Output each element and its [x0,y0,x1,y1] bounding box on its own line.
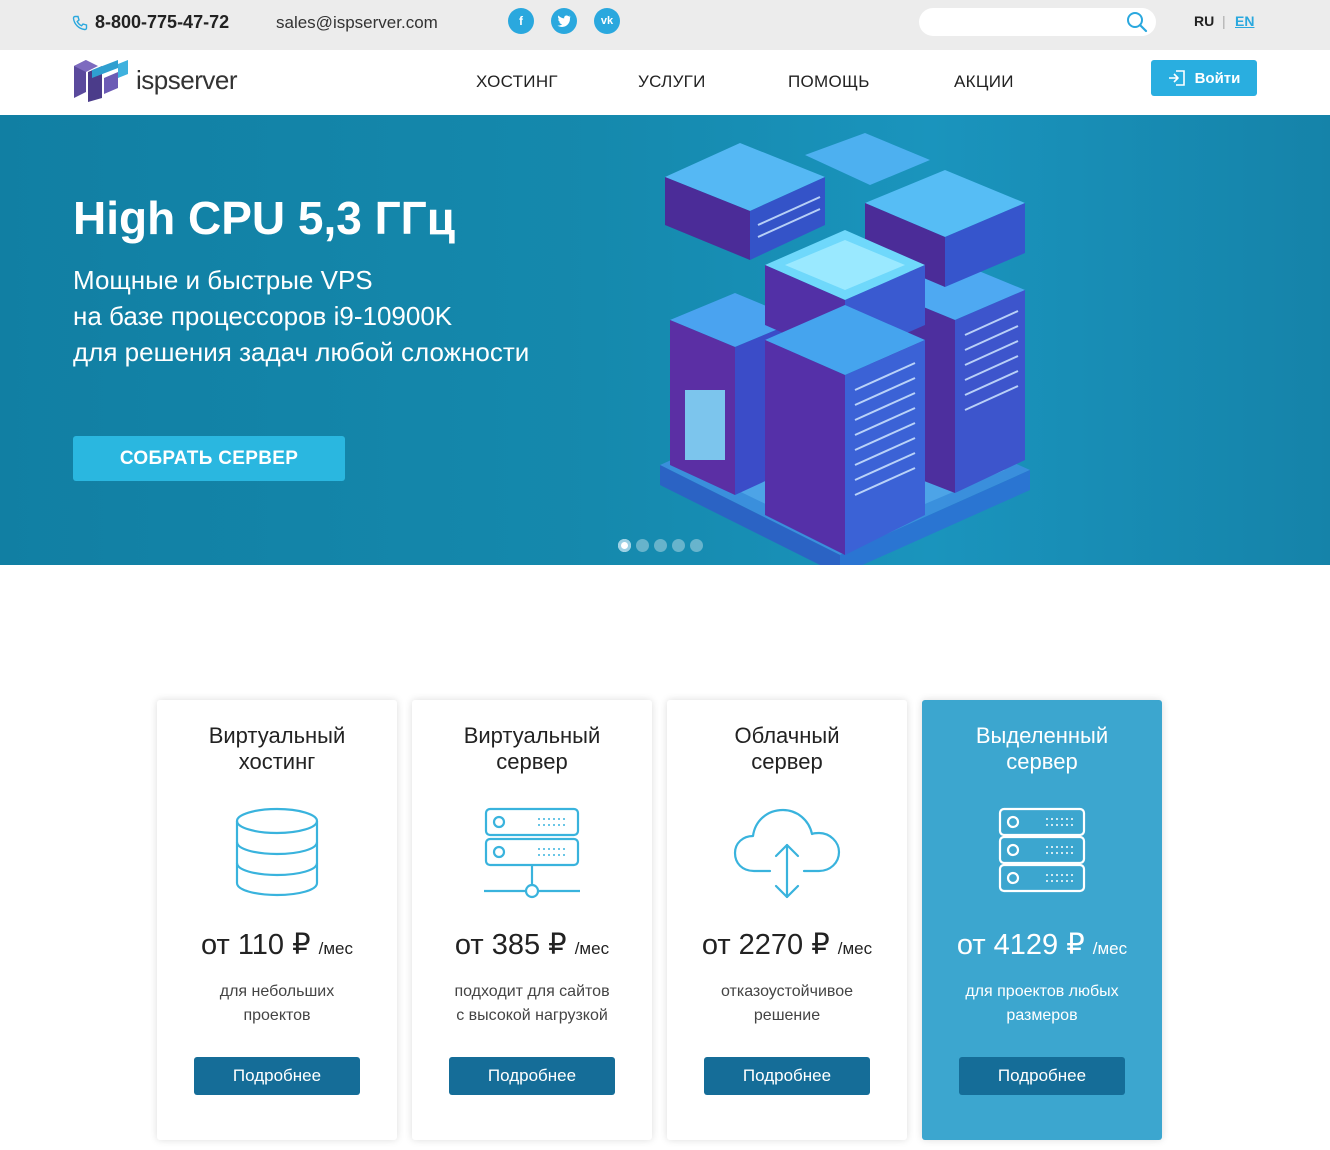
logo-mark-icon [74,60,128,102]
email-link[interactable]: sales@ispserver.com [276,13,438,33]
card-cloud-server: Облачный сервер от 2270 ₽ /мес отказоуст… [667,700,907,1140]
price-unit: /мес [1092,939,1128,958]
top-bar: 8-800-775-47-72 sales@ispserver.com f vk… [0,0,1330,50]
card-desc-line-2: проектов [243,1007,311,1024]
nav-item-help[interactable]: ПОМОЩЬ [788,72,870,92]
card-price: от 385 ₽ /мес [412,927,652,962]
server-rack-icon [922,805,1162,905]
more-button[interactable]: Подробнее [704,1057,870,1095]
phone-icon [72,15,88,30]
card-price: от 110 ₽ /мес [157,927,397,962]
database-icon [157,805,397,905]
slider-dot-5[interactable] [690,539,703,552]
search-box[interactable] [919,8,1156,36]
hero-subtitle-line-1: Мощные и быстрые VPS [73,265,373,295]
lang-ru-link[interactable]: RU [1194,13,1214,29]
card-description: подходит для сайтов с высокой нагрузкой [412,980,652,1028]
card-title-line-2: сервер [751,749,823,774]
facebook-glyph: f [519,14,523,28]
price-value: от 4129 ₽ [956,929,1085,961]
card-title: Облачный сервер [667,723,907,775]
card-title-line-2: сервер [496,749,568,774]
login-label: Войти [1194,69,1241,87]
price-unit: /мес [837,939,873,958]
lang-separator: | [1222,13,1226,29]
card-title-line-2: хостинг [238,749,316,774]
site-logo[interactable]: ispserver [72,58,237,102]
card-title: Выделенный сервер [922,723,1162,775]
price-unit: /мес [574,939,610,958]
main-navbar: ispserver ХОСТИНГ УСЛУГИ ПОМОЩЬ АКЦИИ Во… [0,50,1330,115]
build-server-button[interactable]: СОБРАТЬ СЕРВЕР [73,436,345,481]
card-description: для проектов любых размеров [922,980,1162,1028]
card-desc-line-1: для проектов любых [965,983,1119,1000]
twitter-bird-shape [557,15,571,27]
card-price: от 2270 ₽ /мес [667,927,907,962]
price-value: от 2270 ₽ [701,929,830,961]
lang-en-link[interactable]: EN [1235,13,1254,29]
hero-subtitle-line-3: для решения задач любой сложности [73,337,530,367]
card-desc-line-1: подходит для сайтов [454,983,610,1000]
twitter-icon[interactable] [551,8,577,34]
card-price: от 4129 ₽ /мес [922,927,1162,962]
hero-banner: High CPU 5,3 ГГц Мощные и быстрые VPS на… [0,115,1330,565]
more-button[interactable]: Подробнее [449,1057,615,1095]
login-button[interactable]: Войти [1151,60,1257,96]
slider-dot-3[interactable] [654,539,667,552]
search-icon[interactable] [1126,11,1148,33]
card-title-line-1: Выделенный [975,723,1109,748]
slider-dot-1[interactable] [618,539,631,552]
hero-title: High CPU 5,3 ГГц [73,192,456,244]
server-network-icon [412,805,652,905]
card-dedicated-server: Выделенный сервер от 4129 ₽ /мес для про… [922,700,1162,1140]
card-virtual-server: Виртуальный сервер от 385 ₽ /мес подходи… [412,700,652,1140]
card-desc-line-1: для небольших [219,983,335,1000]
card-title-line-2: сервер [1006,749,1078,774]
price-value: от 110 ₽ [200,929,311,961]
cloud-upload-icon [667,805,907,905]
hero-subtitle-line-2: на базе процессоров i9-10900K [73,301,453,331]
card-title: Виртуальный сервер [412,723,652,775]
card-desc-line-2: размеров [1006,1007,1078,1024]
card-title: Виртуальный хостинг [157,723,397,775]
card-title-line-1: Облачный [734,723,840,748]
nav-item-services[interactable]: УСЛУГИ [638,72,706,92]
phone-number[interactable]: 8-800-775-47-72 [95,12,229,33]
search-input[interactable] [919,8,1137,36]
card-description: отказоустойчивое решение [667,980,907,1028]
card-virtual-hosting: Виртуальный хостинг от 110 ₽ /мес для не… [157,700,397,1140]
card-desc-line-2: с высокой нагрузкой [456,1007,608,1024]
card-description: для небольших проектов [157,980,397,1028]
more-button[interactable]: Подробнее [194,1057,360,1095]
slider-dots [618,539,703,552]
more-button[interactable]: Подробнее [959,1057,1125,1095]
card-title-line-1: Виртуальный [463,723,601,748]
nav-item-hosting[interactable]: ХОСТИНГ [476,72,558,92]
facebook-icon[interactable]: f [508,8,534,34]
server-cluster-illustration [660,133,1030,565]
vk-icon[interactable]: vk [594,8,620,34]
price-unit: /мес [318,939,353,958]
price-value: от 385 ₽ [454,929,567,961]
login-icon [1168,70,1185,86]
phone-contact[interactable]: 8-800-775-47-72 [72,12,229,33]
card-desc-line-1: отказоустойчивое [720,983,853,1000]
nav-item-promotions[interactable]: АКЦИИ [954,72,1014,92]
card-title-line-1: Виртуальный [208,723,346,748]
vk-glyph: vk [600,15,614,27]
logo-text: ispserver [136,64,237,95]
card-desc-line-2: решение [753,1007,821,1024]
slider-dot-2[interactable] [636,539,649,552]
slider-dot-4[interactable] [672,539,685,552]
